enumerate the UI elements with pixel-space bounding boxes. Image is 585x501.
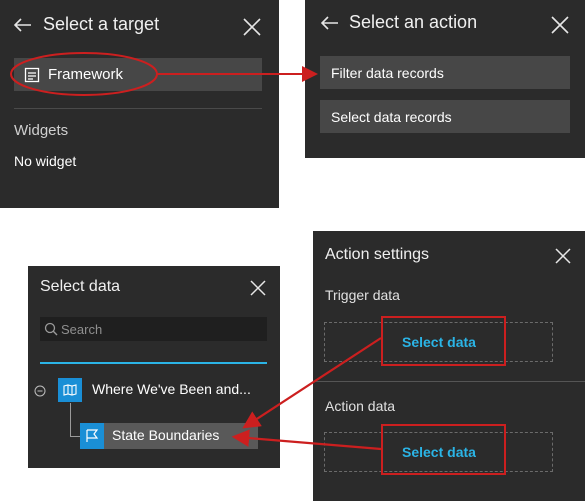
back-arrow-icon[interactable] bbox=[12, 14, 34, 36]
close-icon[interactable] bbox=[549, 14, 571, 36]
layer-item-label: State Boundaries bbox=[112, 427, 220, 443]
widgets-heading: Widgets bbox=[14, 122, 69, 139]
select-action-panel: Select an action Filter data records Sel… bbox=[305, 0, 585, 158]
document-icon bbox=[24, 67, 40, 83]
framework-label: Framework bbox=[48, 66, 124, 83]
select-action-title: Select an action bbox=[349, 12, 478, 32]
search-icon bbox=[44, 322, 58, 336]
action-settings-title: Action settings bbox=[325, 246, 430, 263]
map-tree-item[interactable]: Where We've Been and... bbox=[34, 376, 274, 404]
state-boundaries-item[interactable]: State Boundaries bbox=[80, 423, 258, 449]
annotation-box-action bbox=[381, 424, 506, 475]
collapse-icon[interactable] bbox=[34, 384, 46, 397]
close-icon[interactable] bbox=[248, 278, 268, 298]
divider bbox=[313, 381, 585, 382]
search-placeholder: Search bbox=[61, 321, 103, 337]
select-target-panel: Select a target Framework Widgets No wid… bbox=[0, 0, 279, 208]
annotation-box-trigger bbox=[381, 316, 506, 366]
framework-item[interactable]: Framework bbox=[14, 58, 262, 91]
action-data-label: Action data bbox=[325, 398, 396, 414]
select-data-panel: Select data Search Where We've Been and.… bbox=[28, 266, 280, 468]
filter-data-records-option[interactable]: Filter data records bbox=[320, 56, 570, 89]
map-icon bbox=[58, 378, 82, 402]
search-underline bbox=[40, 362, 267, 364]
search-input[interactable]: Search bbox=[40, 317, 267, 341]
close-icon[interactable] bbox=[553, 246, 573, 266]
trigger-data-label: Trigger data bbox=[325, 287, 400, 303]
no-widget-text: No widget bbox=[14, 153, 77, 169]
back-arrow-icon[interactable] bbox=[319, 12, 341, 34]
divider bbox=[14, 108, 262, 109]
select-data-records-option[interactable]: Select data records bbox=[320, 100, 570, 133]
select-target-title: Select a target bbox=[43, 14, 160, 34]
select-data-title: Select data bbox=[40, 278, 121, 295]
map-item-label: Where We've Been and... bbox=[92, 381, 251, 397]
layer-icon bbox=[80, 423, 104, 449]
close-icon[interactable] bbox=[241, 16, 263, 38]
